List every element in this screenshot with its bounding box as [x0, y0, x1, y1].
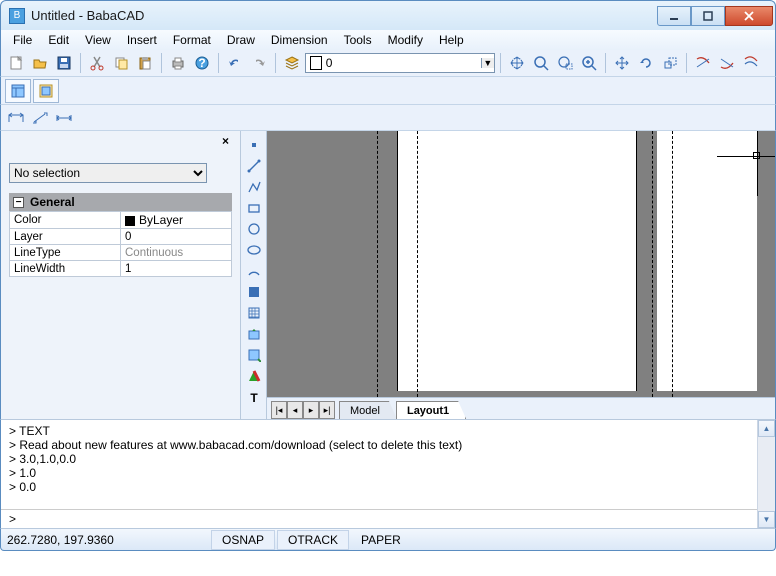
line-button[interactable]: [243, 156, 265, 176]
polyline-button[interactable]: [243, 177, 265, 197]
tab-prev-button[interactable]: ◂: [287, 401, 303, 419]
redo-button[interactable]: [248, 52, 270, 74]
trim-button[interactable]: [692, 52, 714, 74]
point-button[interactable]: [243, 135, 265, 155]
prop-row-linetype: LineTypeContinuous: [10, 245, 232, 261]
tab-model[interactable]: Model: [339, 401, 397, 419]
statusbar: 262.7280, 197.9360 OSNAP OTRACK PAPER: [0, 529, 776, 551]
tab-first-button[interactable]: |◂: [271, 401, 287, 419]
prop-row-color: ColorByLayer: [10, 212, 232, 229]
menu-dimension[interactable]: Dimension: [263, 31, 336, 49]
dim-horizontal-button[interactable]: [53, 107, 75, 129]
drawing-canvas[interactable]: [267, 131, 775, 397]
toolbar-dimension: [0, 105, 776, 131]
minimize-button[interactable]: [657, 6, 691, 26]
layers-panel-button[interactable]: [33, 79, 59, 103]
scale-button[interactable]: [659, 52, 681, 74]
layer-combo[interactable]: ▼: [305, 53, 495, 73]
undo-button[interactable]: [224, 52, 246, 74]
layout-tabs: |◂ ◂ ▸ ▸| Model Layout1: [267, 397, 775, 419]
insert-block-button[interactable]: [243, 345, 265, 365]
layer-dropdown-icon[interactable]: ▼: [481, 58, 494, 68]
tab-next-button[interactable]: ▸: [303, 401, 319, 419]
menu-insert[interactable]: Insert: [119, 31, 165, 49]
zoom-window-button[interactable]: [554, 52, 576, 74]
collapse-icon[interactable]: −: [13, 197, 24, 208]
paste-button[interactable]: [134, 52, 156, 74]
block-button[interactable]: [243, 324, 265, 344]
toolbar-main: ? ▼: [0, 50, 776, 77]
properties-panel: × No selection − General ColorByLayer La…: [1, 131, 241, 419]
menu-file[interactable]: File: [5, 31, 40, 49]
coordinates-readout: 262.7280, 197.9360: [1, 533, 211, 547]
dim-linear-button[interactable]: [5, 107, 27, 129]
command-input[interactable]: >: [1, 509, 757, 528]
hatch-pattern-button[interactable]: [243, 303, 265, 323]
menu-view[interactable]: View: [77, 31, 119, 49]
print-button[interactable]: [167, 52, 189, 74]
circle-button[interactable]: [243, 219, 265, 239]
menu-draw[interactable]: Draw: [219, 31, 263, 49]
window-title: Untitled - BabaCAD: [31, 8, 657, 23]
properties-panel-button[interactable]: [5, 79, 31, 103]
color-swatch-icon: [125, 216, 135, 226]
menu-edit[interactable]: Edit: [40, 31, 77, 49]
tab-last-button[interactable]: ▸|: [319, 401, 335, 419]
layers-icon[interactable]: [281, 52, 303, 74]
command-scrollbar[interactable]: ▲ ▼: [757, 420, 775, 528]
paper-toggle[interactable]: PAPER: [351, 531, 411, 549]
arc-button[interactable]: [243, 261, 265, 281]
command-window: > TEXT > Read about new features at www.…: [0, 419, 776, 529]
cut-button[interactable]: [86, 52, 108, 74]
maximize-button[interactable]: [691, 6, 725, 26]
toolbar-secondary: [0, 77, 776, 105]
hatch-color-button[interactable]: [243, 366, 265, 386]
selection-dropdown[interactable]: No selection: [9, 163, 207, 183]
rotate-button[interactable]: [635, 52, 657, 74]
open-button[interactable]: [29, 52, 51, 74]
help-button[interactable]: ?: [191, 52, 213, 74]
close-button[interactable]: [725, 6, 773, 26]
svg-text:T: T: [250, 391, 258, 404]
prop-group-header[interactable]: − General: [9, 193, 232, 211]
prop-row-linewidth: LineWidth1: [10, 261, 232, 277]
titlebar: B Untitled - BabaCAD: [0, 0, 776, 30]
command-history[interactable]: > TEXT > Read about new features at www.…: [1, 420, 757, 509]
canvas-wrap: |◂ ◂ ▸ ▸| Model Layout1: [267, 131, 775, 419]
scroll-down-icon[interactable]: ▼: [758, 511, 775, 528]
menubar: File Edit View Insert Format Draw Dimens…: [0, 30, 776, 50]
new-button[interactable]: [5, 52, 27, 74]
layer-value[interactable]: [326, 56, 481, 70]
ellipse-button[interactable]: [243, 240, 265, 260]
rectangle-button[interactable]: [243, 198, 265, 218]
zoom-in-button[interactable]: [578, 52, 600, 74]
copy-button[interactable]: [110, 52, 132, 74]
zoom-extents-button[interactable]: [530, 52, 552, 74]
dim-aligned-button[interactable]: [29, 107, 51, 129]
menu-format[interactable]: Format: [165, 31, 219, 49]
menu-help[interactable]: Help: [431, 31, 472, 49]
properties-table: ColorByLayer Layer0 LineTypeContinuous L…: [9, 211, 232, 277]
offset-button[interactable]: [740, 52, 762, 74]
draw-toolbar: T: [241, 131, 267, 419]
menu-tools[interactable]: Tools: [336, 31, 380, 49]
pan-button[interactable]: [506, 52, 528, 74]
text-button[interactable]: T: [243, 387, 265, 407]
layer-color-swatch: [310, 56, 322, 70]
otrack-toggle[interactable]: OTRACK: [277, 530, 349, 550]
svg-text:?: ?: [198, 56, 205, 70]
scroll-up-icon[interactable]: ▲: [758, 420, 775, 437]
prop-row-layer: Layer0: [10, 229, 232, 245]
hatch-fill-button[interactable]: [243, 282, 265, 302]
tab-layout1[interactable]: Layout1: [396, 401, 466, 419]
app-icon: B: [9, 8, 25, 24]
main-area: × No selection − General ColorByLayer La…: [0, 131, 776, 419]
menu-modify[interactable]: Modify: [380, 31, 431, 49]
move-button[interactable]: [611, 52, 633, 74]
osnap-toggle[interactable]: OSNAP: [211, 530, 275, 550]
save-button[interactable]: [53, 52, 75, 74]
extend-button[interactable]: [716, 52, 738, 74]
properties-close-icon[interactable]: ×: [222, 134, 234, 146]
